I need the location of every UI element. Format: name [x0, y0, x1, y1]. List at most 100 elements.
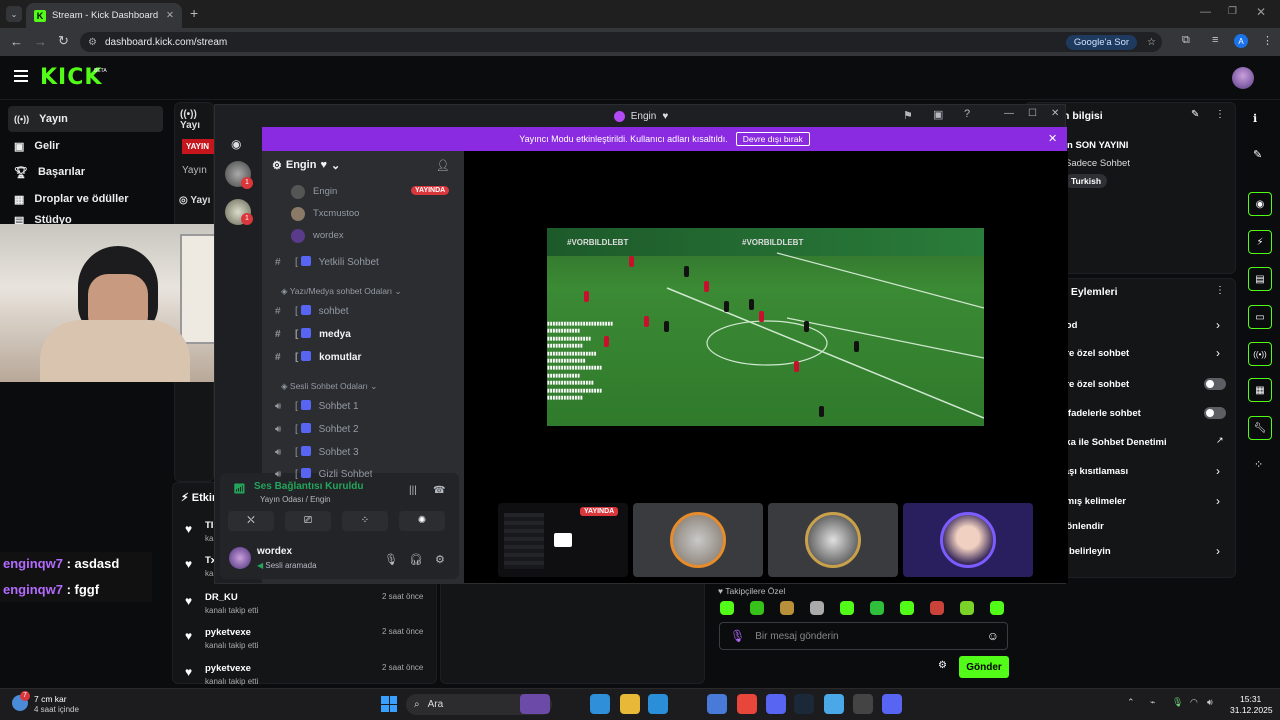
nav-achievements[interactable]: 🏆︎ Başarılar: [8, 159, 163, 185]
back-icon[interactable]: ←: [10, 34, 23, 49]
activities-button[interactable]: ⁘: [342, 511, 388, 531]
close-window-icon[interactable]: ✕: [1256, 5, 1266, 19]
text-channel[interactable]: #[ Yetkili Sohbet: [275, 256, 379, 268]
screen-share-button[interactable]: ⎚: [285, 511, 331, 531]
volume-icon[interactable]: 🔊︎: [1207, 697, 1213, 708]
extensions-icon[interactable]: ⧉: [1182, 34, 1190, 47]
user-avatar[interactable]: [1232, 67, 1254, 89]
mod-action-row[interactable]: ı ifadelerle sohbet: [1060, 406, 1230, 424]
start-icon[interactable]: [381, 696, 397, 712]
media-widget-icon[interactable]: [520, 694, 550, 714]
edge-icon[interactable]: [648, 694, 668, 714]
text-channel[interactable]: #[ sohbet: [275, 305, 349, 317]
mod-action-row[interactable]: ere özel sohbet: [1060, 377, 1230, 395]
voice-member[interactable]: Engin YAYINDA: [291, 185, 457, 203]
participant-tile[interactable]: [903, 503, 1033, 577]
close-banner-icon[interactable]: ✕: [1048, 132, 1057, 145]
steam-icon[interactable]: [794, 694, 814, 714]
mic-icon[interactable]: 🎙︎: [730, 629, 745, 643]
nav-drops[interactable]: ▦ Droplar ve ödüller: [8, 186, 163, 212]
bookmark-star-icon[interactable]: ☆: [1147, 37, 1156, 48]
more-icon[interactable]: ⋮: [1215, 109, 1225, 120]
discord-icon[interactable]: [766, 694, 786, 714]
emoji-icon[interactable]: ☺: [987, 629, 1007, 643]
mod-action-row[interactable]: raşı kısıtlaması ›: [1060, 464, 1230, 482]
site-info-icon[interactable]: ⚙: [88, 37, 97, 48]
broadcast-toggle-icon[interactable]: ((•)): [1248, 342, 1272, 366]
mod-action-row[interactable]: Yönlendir: [1060, 519, 1230, 537]
emote-icon[interactable]: [780, 601, 794, 615]
chat-input[interactable]: 🎙︎ Bir mesaj gönderin ☺: [719, 622, 1008, 650]
browser-tab[interactable]: K Stream - Kick Dashboard ✕: [26, 3, 182, 28]
send-button[interactable]: Gönder: [959, 656, 1009, 678]
voice-channel[interactable]: 🔊︎[ Sohbet 3: [275, 446, 359, 458]
discord-logo-icon[interactable]: ◉: [231, 137, 241, 151]
nav-stream[interactable]: ((•)) Yayın: [8, 106, 163, 132]
soundboard-button[interactable]: ✺: [399, 511, 445, 531]
file-explorer-icon[interactable]: [620, 694, 640, 714]
settings-icon[interactable]: ⚙: [435, 553, 445, 566]
reload-icon[interactable]: ↻: [58, 33, 69, 49]
chat-settings-icon[interactable]: ⚙: [938, 660, 947, 671]
nav-income[interactable]: ▣ Gelir: [8, 133, 163, 159]
new-tab-icon[interactable]: +: [190, 5, 198, 21]
google-ask-button[interactable]: Google'a Sor: [1065, 34, 1138, 50]
network-icon[interactable]: ⌁: [1150, 697, 1155, 708]
voice-channel[interactable]: 🔊︎[ Gizli Sohbet: [275, 468, 372, 480]
emote-icon[interactable]: [750, 601, 764, 615]
emote-icon[interactable]: [990, 601, 1004, 615]
minimize-icon[interactable]: —: [1004, 108, 1014, 119]
toggle-switch[interactable]: [1204, 378, 1226, 390]
hamburger-menu-icon[interactable]: [14, 70, 28, 82]
channel-category[interactable]: ◈ Yazı/Medya sohbet Odaları ⌄: [281, 286, 402, 297]
close-tab-icon[interactable]: ✕: [166, 10, 174, 21]
layout-toggle-icon[interactable]: ▦: [1248, 378, 1272, 402]
server-header[interactable]: ⚙ Engin ♥ ⌄: [272, 159, 340, 172]
emote-icon[interactable]: [840, 601, 854, 615]
reading-list-icon[interactable]: ≡: [1212, 34, 1218, 46]
text-channel[interactable]: #[ medya: [275, 328, 351, 340]
profile-avatar[interactable]: A: [1234, 34, 1248, 48]
mod-action-row[interactable]: nod ›: [1060, 318, 1230, 336]
wifi-icon[interactable]: ◠: [1190, 697, 1198, 708]
stream-tile[interactable]: YAYINDA: [498, 503, 628, 577]
wrench-toggle-icon[interactable]: 🔧︎: [1248, 416, 1272, 440]
app-icon[interactable]: [882, 694, 902, 714]
address-bar[interactable]: ⚙ dashboard.kick.com/stream Google'a Sor…: [80, 32, 1162, 52]
disable-streamer-mode-button[interactable]: Devre dışı bırak: [735, 132, 810, 146]
edit-icon[interactable]: ✎: [1191, 109, 1199, 120]
minimize-window-icon[interactable]: —: [1200, 6, 1211, 18]
emote-icon[interactable]: [720, 601, 734, 615]
emote-icon[interactable]: [900, 601, 914, 615]
participant-tile[interactable]: [633, 503, 763, 577]
emote-icon[interactable]: [960, 601, 974, 615]
mute-icon[interactable]: 🎙︎: [384, 553, 398, 566]
tray-chevron-icon[interactable]: ⌃: [1127, 697, 1135, 708]
disconnect-icon[interactable]: ☎︎: [433, 485, 445, 496]
voice-member[interactable]: wordex: [291, 229, 457, 247]
mod-action-row[interactable]: eka ile Sohbet Denetimi ↗: [1060, 435, 1230, 453]
maximize-icon[interactable]: ☐: [1028, 108, 1037, 119]
bolt-toggle-icon[interactable]: ⚡︎: [1248, 230, 1272, 254]
toggle-switch[interactable]: [1204, 407, 1226, 419]
mic-tray-icon[interactable]: 🎙︎: [1172, 697, 1183, 708]
emote-icon[interactable]: [870, 601, 884, 615]
obs-icon[interactable]: [853, 694, 873, 714]
mod-action-row[interactable]: nmış kelimeler ›: [1060, 494, 1230, 512]
flag-icon[interactable]: ⚑: [903, 109, 913, 122]
screen-icon[interactable]: ▣: [933, 108, 943, 121]
mod-action-row[interactable]: ere özel sohbet ›: [1060, 346, 1230, 364]
help-icon[interactable]: ?: [964, 108, 970, 120]
emote-icon[interactable]: [930, 601, 944, 615]
headphones-icon[interactable]: 🎧︎: [409, 553, 423, 566]
add-member-icon[interactable]: 👤︎: [436, 159, 450, 172]
more-icon[interactable]: ⋮: [1215, 285, 1225, 296]
channel-category[interactable]: ◈ Sesli Sohbet Odaları ⌄: [281, 381, 377, 392]
mod-action-row[interactable]: ri belirleyin ›: [1060, 544, 1230, 562]
participant-tile[interactable]: [768, 503, 898, 577]
chrome-icon[interactable]: [737, 694, 757, 714]
camera-off-button[interactable]: ⛌: [228, 511, 274, 531]
user-avatar[interactable]: [229, 547, 251, 569]
voice-channel[interactable]: 🔊︎[ Sohbet 1: [275, 400, 359, 412]
noise-icon[interactable]: |||: [409, 485, 417, 496]
